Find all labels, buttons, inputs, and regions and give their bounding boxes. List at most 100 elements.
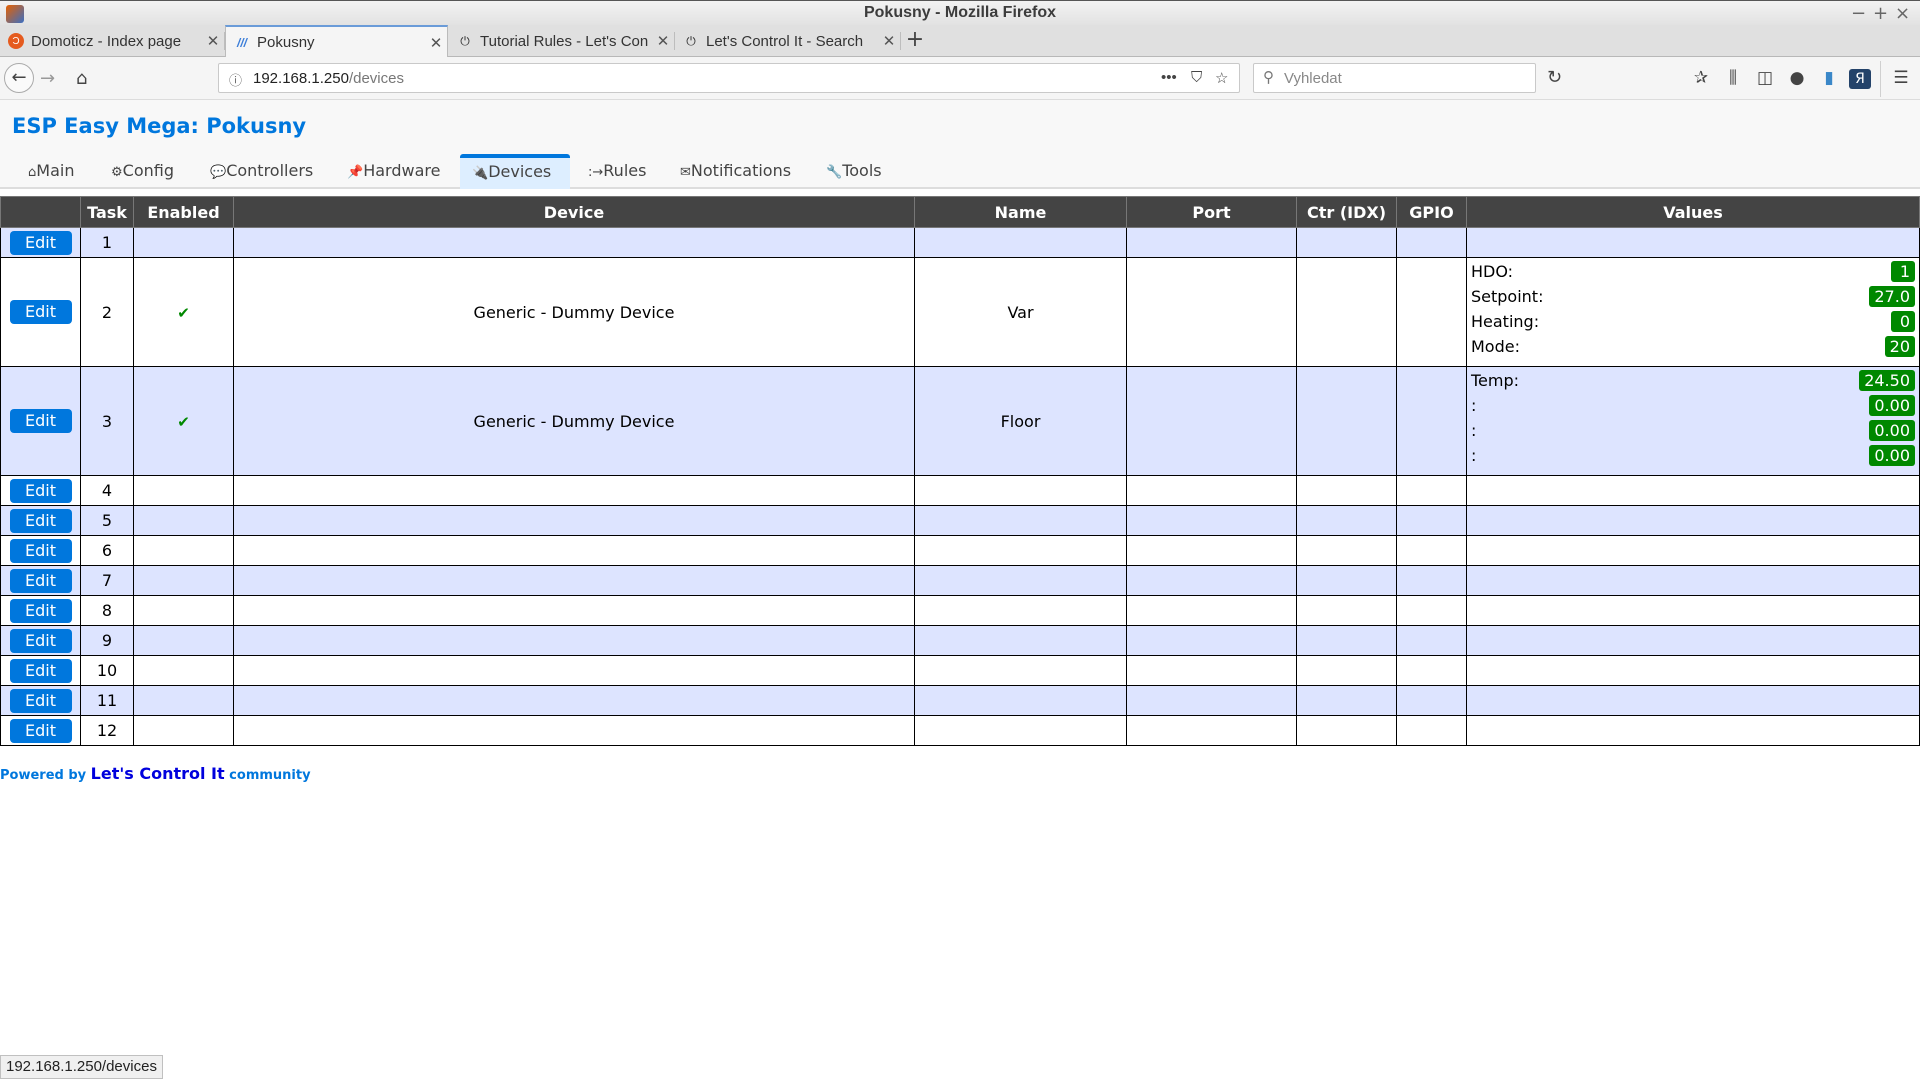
close-tab-icon[interactable]: ✕ — [425, 34, 447, 52]
sidebar-icon[interactable]: ◫ — [1754, 68, 1776, 88]
gpio-cell — [1396, 625, 1467, 656]
edit-button[interactable]: Edit — [9, 718, 72, 743]
device-cell — [233, 505, 915, 536]
edit-cell: Edit — [0, 625, 81, 656]
ctr-idx-cell — [1296, 715, 1397, 746]
esp-easy-icon: /// — [236, 35, 247, 50]
enabled-cell — [133, 625, 234, 656]
site-info-icon[interactable]: ⓘ — [229, 70, 242, 89]
hamburger-menu-icon[interactable]: ☰ — [1890, 68, 1912, 88]
menu-item-devices[interactable]: 🔌Devices — [460, 154, 570, 189]
edit-button[interactable]: Edit — [9, 688, 72, 713]
search-input[interactable]: ⚲ Vyhledat — [1253, 63, 1536, 93]
close-tab-icon[interactable]: ✕ — [652, 32, 674, 50]
search-icon: ⚲ — [1263, 69, 1274, 86]
url-text[interactable]: 192.168.1.250/devices — [253, 70, 404, 87]
task-number: 8 — [80, 595, 134, 626]
ctr-idx-cell — [1296, 257, 1397, 367]
close-window-icon[interactable]: × — [1895, 3, 1910, 24]
yandex-icon[interactable]: Я — [1849, 69, 1871, 89]
bookmark-star-icon[interactable]: ☆ — [1215, 69, 1228, 87]
edit-button[interactable]: Edit — [9, 478, 72, 503]
task-number: 11 — [80, 685, 134, 716]
browser-tab-pokusny[interactable]: /// Pokusny ✕ — [225, 25, 448, 58]
edit-button[interactable]: Edit — [9, 568, 72, 593]
pocket-icon[interactable]: ⛉ — [1191, 69, 1202, 86]
menu-item-controllers[interactable]: 💬Controllers — [198, 154, 325, 189]
address-bar[interactable]: ⓘ 192.168.1.250/devices ••• ⛉ ☆ — [218, 63, 1240, 93]
menu-item-hardware[interactable]: 📌Hardware — [335, 154, 452, 189]
menu-item-rules[interactable]: :→Rules — [576, 154, 658, 189]
new-tab-button[interactable]: + — [902, 25, 928, 57]
gpio-cell — [1396, 475, 1467, 506]
browser-tab-tutorial-rules[interactable]: ⏻ Tutorial Rules - Let's Con ✕ — [449, 25, 675, 57]
ctr-idx-cell — [1296, 685, 1397, 716]
menu-item-notifications[interactable]: ✉Notifications — [668, 154, 803, 189]
edit-button[interactable]: Edit — [9, 409, 72, 433]
name-cell — [914, 535, 1127, 566]
edit-button[interactable]: Edit — [9, 658, 72, 683]
edit-cell: Edit — [0, 595, 81, 626]
bookmark-extension-icon[interactable]: ▮ — [1818, 68, 1840, 88]
forward-button[interactable]: → — [40, 68, 55, 89]
edit-button[interactable]: Edit — [9, 538, 72, 563]
value-row: Temp: 24.50 — [1471, 368, 1915, 393]
menu-item-main[interactable]: ⌂Main — [16, 154, 86, 189]
device-cell: Generic - Dummy Device — [233, 366, 915, 476]
minimize-icon[interactable]: − — [1851, 3, 1866, 24]
port-cell — [1126, 257, 1297, 367]
device-cell — [233, 475, 915, 506]
downloads-star-icon[interactable]: ✰ — [1690, 68, 1712, 88]
extension-icon[interactable]: ● — [1786, 68, 1808, 88]
edit-button[interactable]: Edit — [9, 230, 72, 255]
letscontrolit-icon: ⏻ — [460, 33, 470, 48]
task-number: 4 — [80, 475, 134, 506]
browser-tab-domoticz[interactable]: Ɔ Domoticz - Index page ✕ — [0, 25, 225, 57]
header-edit — [0, 196, 81, 228]
port-cell — [1126, 535, 1297, 566]
table-row: Edit 3 ✔ Generic - Dummy Device Floor Temp: 24… — [0, 366, 1920, 476]
port-cell — [1126, 685, 1297, 716]
reload-button[interactable]: ↻ — [1547, 67, 1562, 88]
speech-bubble-icon: 💬 — [210, 165, 227, 180]
value-name: : — [1471, 396, 1477, 415]
library-icon[interactable]: ⫼ — [1722, 68, 1744, 88]
pushpin-icon: 📌 — [347, 165, 364, 180]
table-row: Edit 8 — [0, 595, 1920, 626]
checkmark-icon: ✔ — [177, 303, 190, 322]
device-cell — [233, 655, 915, 686]
back-button[interactable]: ← — [4, 63, 34, 93]
enabled-cell — [133, 505, 234, 536]
home-button[interactable]: ⌂ — [76, 68, 87, 89]
value-badge: 0.00 — [1869, 445, 1915, 466]
table-row: Edit 1 — [0, 227, 1920, 258]
menu-item-tools[interactable]: 🔧Tools — [814, 154, 894, 189]
value-badge: 0 — [1891, 311, 1915, 332]
menu-item-config[interactable]: ⚙Config — [99, 154, 186, 189]
task-number: 10 — [80, 655, 134, 686]
close-tab-icon[interactable]: ✕ — [878, 32, 900, 50]
name-cell: Floor — [914, 366, 1127, 476]
edit-button[interactable]: Edit — [9, 508, 72, 533]
edit-button[interactable]: Edit — [9, 598, 72, 623]
gpio-cell — [1396, 366, 1467, 476]
maximize-icon[interactable]: + — [1873, 3, 1888, 24]
table-row: Edit 11 — [0, 685, 1920, 716]
edit-button[interactable]: Edit — [9, 628, 72, 653]
browser-tab-letscontrolit-search[interactable]: ⏻ Let's Control It - Search ✕ — [675, 25, 901, 57]
edit-button[interactable]: Edit — [9, 300, 72, 324]
edit-cell: Edit — [0, 257, 81, 367]
ctr-idx-cell — [1296, 625, 1397, 656]
letscontrolit-link[interactable]: Let's Control It — [91, 764, 225, 783]
header-task: Task — [80, 196, 134, 228]
header-gpio: GPIO — [1396, 196, 1467, 228]
ctr-idx-cell — [1296, 475, 1397, 506]
gpio-cell — [1396, 505, 1467, 536]
page-actions-icon[interactable]: ••• — [1161, 69, 1177, 86]
table-header-row: Task Enabled Device Name Port Ctr (IDX) … — [0, 196, 1920, 228]
device-cell: Generic - Dummy Device — [233, 257, 915, 367]
close-tab-icon[interactable]: ✕ — [202, 32, 224, 50]
name-cell — [914, 227, 1127, 258]
header-port: Port — [1126, 196, 1297, 228]
value-name: Heating: — [1471, 312, 1540, 331]
